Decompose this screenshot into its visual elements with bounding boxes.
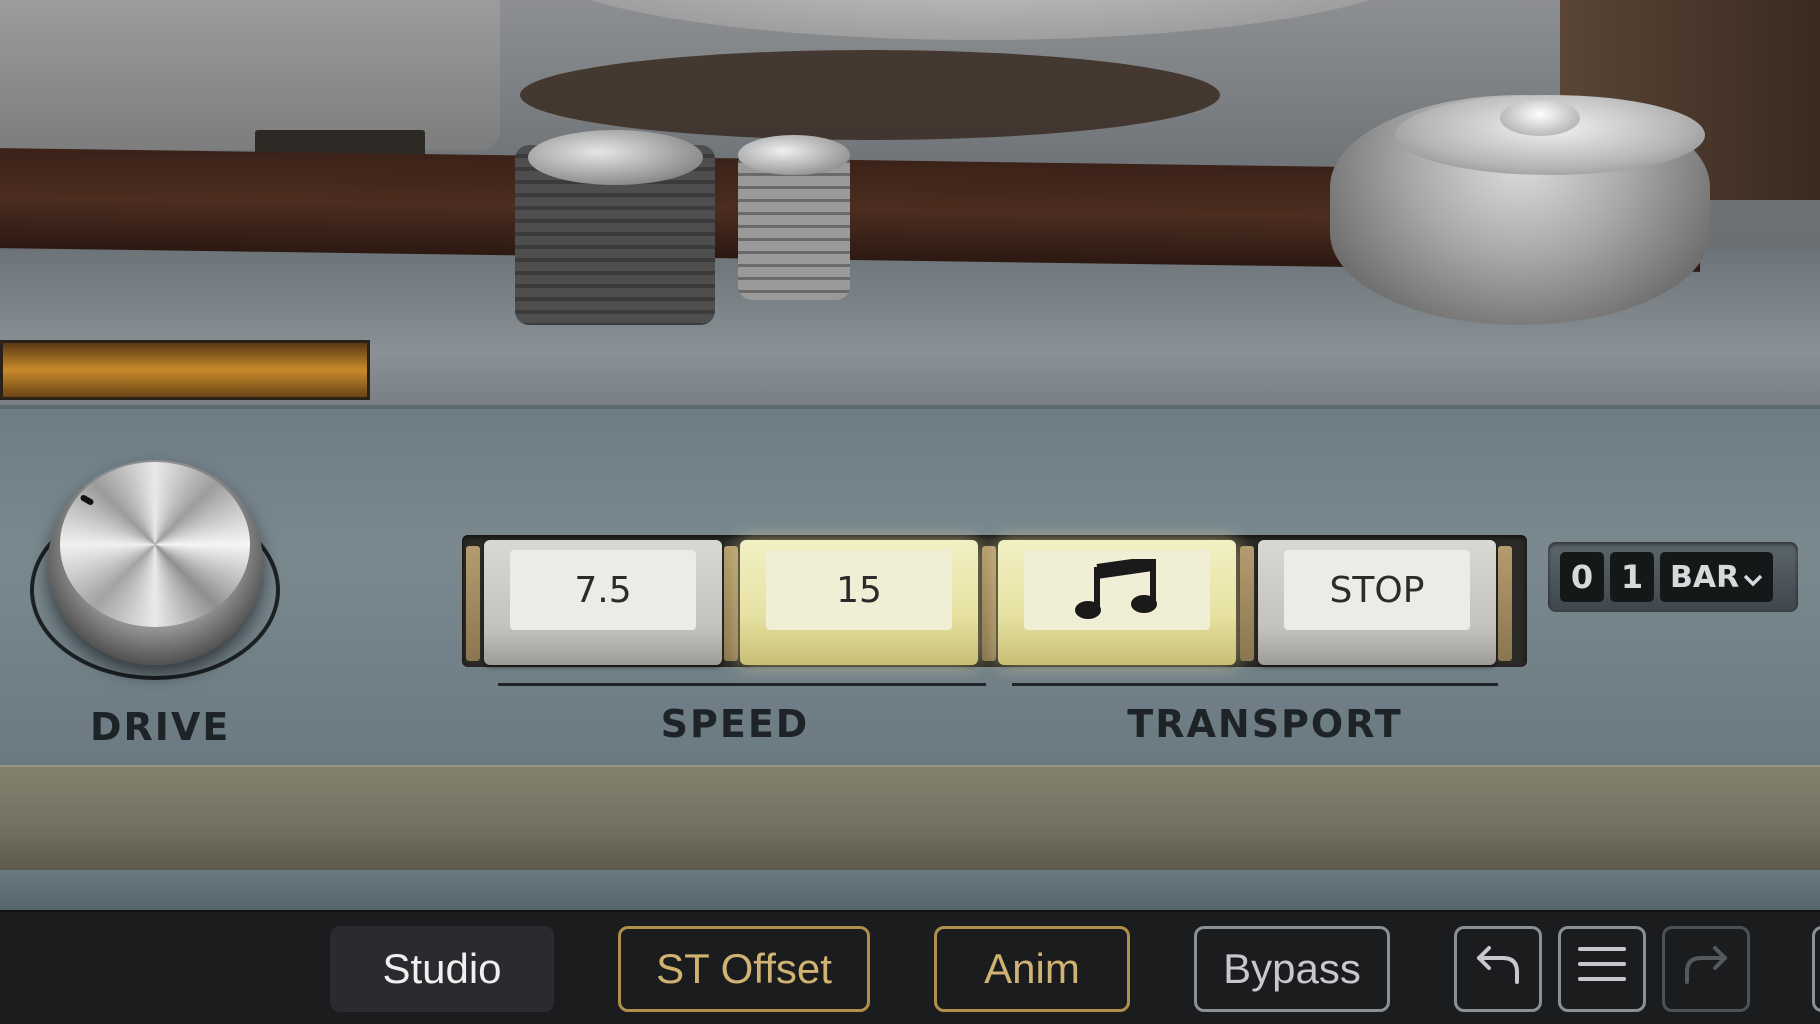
counter-digit: 0	[1560, 552, 1604, 602]
pinch-roller-cap	[528, 130, 703, 185]
undo-button[interactable]	[1454, 926, 1542, 1012]
stop-label: STOP	[1284, 550, 1470, 630]
tape-reel	[530, 0, 1430, 40]
more-button-edge[interactable]	[1812, 926, 1820, 1012]
undo-icon	[1473, 942, 1523, 996]
drive-knob-cap[interactable]	[60, 462, 250, 627]
bottom-toolbar: Studio ST Offset Anim Bypass	[0, 910, 1820, 1024]
front-panel-strip	[0, 870, 1820, 910]
button-divider	[982, 546, 996, 661]
speed-group-line	[498, 683, 986, 686]
transport-group-label: TRANSPORT	[1127, 702, 1403, 746]
speed-7-5-button[interactable]: 7.5	[484, 540, 722, 665]
music-note-icon	[1024, 550, 1210, 630]
button-divider	[466, 546, 480, 661]
redo-icon	[1681, 942, 1731, 996]
speed-7-5-label: 7.5	[510, 550, 696, 630]
studio-button[interactable]: Studio	[330, 926, 554, 1012]
transport-group-line	[1012, 683, 1498, 686]
head-cover-plate	[0, 0, 500, 150]
menu-button[interactable]	[1558, 926, 1646, 1012]
drive-label: DRIVE	[90, 705, 231, 749]
play-button[interactable]	[998, 540, 1236, 665]
stop-button[interactable]: STOP	[1258, 540, 1496, 665]
speed-15-label: 15	[766, 550, 952, 630]
redo-button[interactable]	[1662, 926, 1750, 1012]
counter-digit: 1	[1610, 552, 1654, 602]
counter-unit-select[interactable]: BAR	[1660, 552, 1774, 602]
bypass-button[interactable]: Bypass	[1194, 926, 1390, 1012]
chevron-down-icon	[1743, 560, 1763, 595]
st-offset-button[interactable]: ST Offset	[618, 926, 870, 1012]
counter-unit-label: BAR	[1670, 559, 1740, 595]
button-divider	[724, 546, 738, 661]
button-divider	[1498, 546, 1512, 661]
reel-shadow	[520, 50, 1220, 140]
speed-15-button[interactable]: 15	[740, 540, 978, 665]
bar-counter: 0 1 BAR	[1548, 542, 1798, 612]
tape-machine-deck	[0, 0, 1820, 420]
menu-icon	[1578, 945, 1626, 993]
button-divider	[1240, 546, 1254, 661]
anim-button[interactable]: Anim	[934, 926, 1130, 1012]
vu-glow-window	[0, 340, 370, 400]
speed-group-label: SPEED	[660, 702, 810, 746]
capstan-cap	[738, 135, 850, 175]
front-panel-lower	[0, 765, 1820, 870]
tape-guide-hub	[1500, 100, 1580, 136]
